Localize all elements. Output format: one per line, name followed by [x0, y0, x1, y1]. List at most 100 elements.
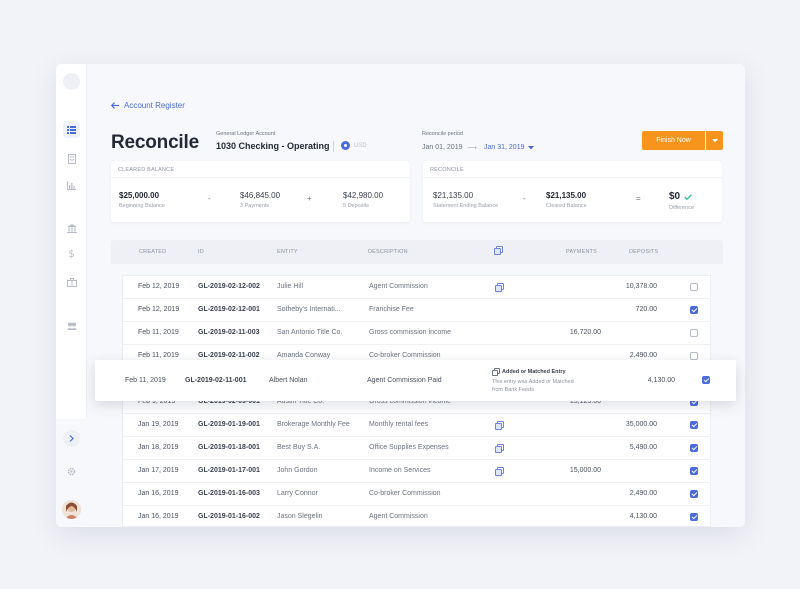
- matched-entry-row[interactable]: Feb 11, 2019 GL-2019-02-11-001 Albert No…: [95, 360, 736, 401]
- cell-deposits: 720.00: [635, 306, 657, 313]
- stat-label: 5 Deposits: [343, 203, 369, 209]
- cell-deposits: 10,378.00: [625, 283, 657, 290]
- col-payments[interactable]: Payments: [566, 249, 597, 255]
- chevron-down-icon: [711, 138, 718, 142]
- arrow-left-icon: [111, 102, 119, 109]
- cleared-balance-card: Cleared Balance $25,000.00 Beginning Bal…: [111, 161, 410, 222]
- bank-icon[interactable]: [65, 222, 78, 235]
- row-checkbox[interactable]: [690, 490, 698, 498]
- main-content: Account Register Reconcile General Ledge…: [87, 64, 745, 527]
- register-icon[interactable]: [63, 121, 80, 138]
- row-checkbox[interactable]: [690, 283, 698, 291]
- back-link[interactable]: Account Register: [111, 101, 185, 110]
- cell-description: Co-broker Commission: [369, 352, 441, 359]
- gl-account-select[interactable]: 1030 Checking - Operating: [216, 141, 330, 151]
- row-checkbox[interactable]: [690, 513, 698, 521]
- divider: [333, 141, 334, 152]
- row-checkbox[interactable]: [690, 306, 698, 314]
- table-row[interactable]: Jan 16, 2019 GL-2019-01-16-002 Jason Sle…: [123, 506, 710, 527]
- stat-label: Cleared Balance: [546, 203, 587, 209]
- cell-id: GL-2019-02-12-001: [198, 306, 260, 313]
- cell-description: Income on Services: [369, 467, 431, 474]
- stat-value: $21,135.00: [546, 191, 587, 200]
- currency-toggle[interactable]: USD: [341, 141, 367, 150]
- stat-value: $42,980.00: [343, 191, 384, 200]
- building-icon[interactable]: [65, 152, 78, 165]
- logo[interactable]: [63, 73, 80, 90]
- col-deposits[interactable]: Deposits: [629, 249, 658, 255]
- gear-icon[interactable]: [65, 465, 78, 478]
- matched-entry-title-text: Added or Matched Entry: [502, 368, 566, 375]
- stat-label: Difference: [669, 205, 694, 211]
- table-row[interactable]: Feb 12, 2019 GL-2019-02-12-001 Sotheby's…: [123, 299, 710, 322]
- cell-deposits: 4,130.00: [629, 513, 657, 520]
- col-id[interactable]: ID: [198, 249, 204, 255]
- cell-created: Feb 11, 2019: [138, 352, 179, 359]
- chevron-down-icon: [528, 145, 535, 149]
- row-checkbox[interactable]: [690, 444, 698, 452]
- period-start-date[interactable]: Jan 01, 2019: [422, 144, 462, 151]
- cell-entity: John Gordon: [277, 467, 318, 474]
- avatar[interactable]: [62, 500, 81, 519]
- finish-now-button[interactable]: Finish Now: [642, 131, 705, 150]
- table-row[interactable]: Jan 16, 2019 GL-2019-01-16-003 Larry Con…: [123, 483, 710, 506]
- currency-label: USD: [354, 142, 367, 149]
- copy-icon: [495, 467, 504, 476]
- cell-description: Agent Commission: [369, 513, 428, 520]
- col-created[interactable]: Created: [139, 249, 166, 255]
- operator: =: [636, 194, 641, 203]
- table-row[interactable]: Feb 12, 2019 GL-2019-02-12-002 Julie Hil…: [123, 276, 710, 299]
- chevron-right-icon[interactable]: [63, 430, 80, 447]
- copy-icon: [494, 246, 503, 255]
- cell-entity: Julie Hill: [277, 283, 304, 290]
- table-row[interactable]: Jan 17, 2019 GL-2019-01-17-001 John Gord…: [123, 460, 710, 483]
- period-end-select[interactable]: Jan 31, 2019: [484, 144, 535, 151]
- users-icon[interactable]: [65, 319, 78, 332]
- cell-id: GL-2019-02-11-002: [198, 352, 260, 359]
- table-row[interactable]: Feb 11, 2019 GL-2019-02-11-003 San Anton…: [123, 322, 710, 345]
- currency-icon: [341, 141, 350, 150]
- copy-icon: [495, 444, 504, 453]
- difference-value-wrap: $0: [669, 191, 694, 202]
- row-checkbox[interactable]: [690, 467, 698, 475]
- cell-description: Monthly rental fees: [369, 421, 429, 428]
- copy-icon: [495, 283, 504, 292]
- cell-deposits: 35,000.00: [625, 421, 657, 428]
- table-header: Created ID Entity Description Payments D…: [111, 240, 723, 264]
- cell-created: Jan 16, 2019: [138, 513, 179, 520]
- cell-id: GL-2019-01-19-001: [198, 421, 260, 428]
- stat-value: $0: [669, 191, 681, 202]
- matched-entry-note-body: This entry was Added or Matched from Ban…: [492, 379, 574, 393]
- chart-icon[interactable]: [65, 179, 78, 192]
- app-window: $ Account Register Reconcile General Led…: [56, 64, 745, 527]
- period-end-date: Jan 31, 2019: [484, 144, 525, 151]
- table-row[interactable]: Jan 18, 2019 GL-2019-01-18-001 Best Buy …: [123, 437, 710, 460]
- cell-deposits: 2,490.00: [629, 352, 657, 359]
- row-checkbox[interactable]: [690, 352, 698, 360]
- row-checkbox[interactable]: [690, 329, 698, 337]
- beginning-balance: $25,000.00 Beginning Balance: [119, 191, 165, 209]
- cell-deposits: 4,130.00: [647, 377, 675, 384]
- cell-created: Feb 12, 2019: [138, 306, 180, 313]
- check-icon: [684, 193, 692, 200]
- payments-total: $46,845.00 3 Payments: [240, 191, 280, 209]
- statement-ending-balance: $21,135.00 Statement Ending Balance: [433, 191, 498, 209]
- dollar-icon[interactable]: $: [65, 248, 78, 261]
- finish-options-button[interactable]: [706, 131, 723, 150]
- briefcase-icon[interactable]: [65, 276, 78, 289]
- cell-entity: Brokerage Monthly Fee: [277, 421, 350, 428]
- operator: -: [523, 194, 526, 203]
- cell-created: Jan 17, 2019: [138, 467, 179, 474]
- cell-id: GL-2019-01-16-002: [198, 513, 260, 520]
- cell-entity: Best Buy S.A.: [277, 444, 321, 451]
- row-checkbox[interactable]: [690, 421, 698, 429]
- stat-label: 3 Payments: [240, 203, 270, 209]
- cell-description: Gross commission income: [369, 329, 452, 336]
- cell-id: GL-2019-01-18-001: [198, 444, 260, 451]
- row-checkbox[interactable]: [702, 376, 710, 384]
- cell-id: GL-2019-02-11-001: [185, 377, 247, 384]
- col-entity[interactable]: Entity: [277, 249, 298, 255]
- col-description[interactable]: Description: [368, 249, 408, 255]
- table-row[interactable]: Jan 19, 2019 GL-2019-01-19-001 Brokerage…: [123, 414, 710, 437]
- operator: +: [307, 194, 312, 203]
